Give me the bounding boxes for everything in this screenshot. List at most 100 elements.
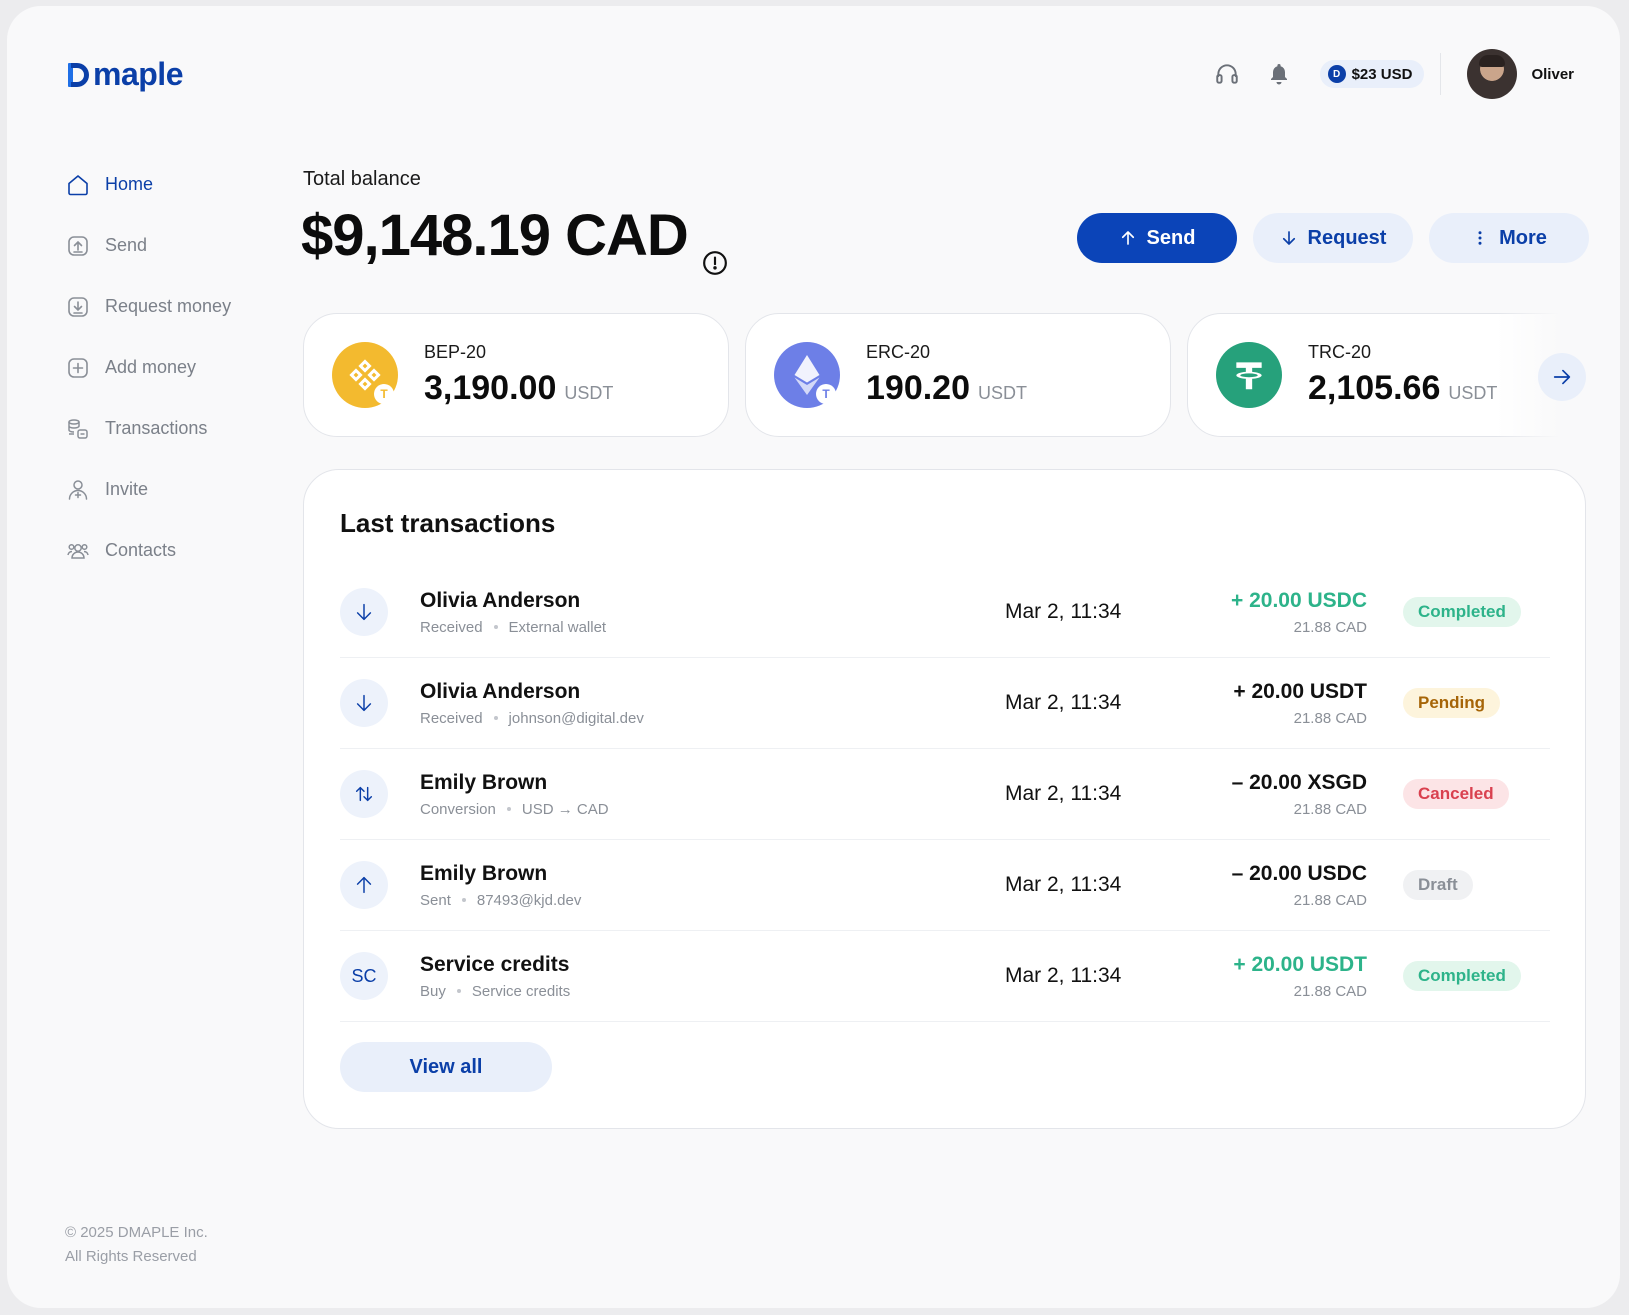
sidebar-item-label: Transactions [105,418,208,438]
tx-type: Sent [420,891,451,909]
request-button[interactable]: Request [1253,213,1413,263]
support-headset-icon[interactable] [1210,57,1244,91]
arrow-down-icon [340,588,388,636]
tx-amount: – 20.00 USDC [1231,861,1367,885]
status-badge: Pending [1403,688,1501,718]
sidebar-item-request-money[interactable]: Request money [65,276,265,337]
tx-cad-amount: 21.88 CAD [1293,618,1367,636]
tx-amount: – 20.00 XSGD [1231,770,1367,794]
arrow-up-icon [340,861,388,909]
sidebar-item-contacts[interactable]: Contacts [65,520,265,581]
tx-amount: + 20.00 USDT [1233,952,1367,976]
tx-type: Buy [420,982,446,1000]
tx-cad-amount: 21.88 CAD [1293,800,1367,818]
wallet-amount: 2,105.66 [1308,369,1441,407]
wallet-network: TRC-20 [1308,342,1372,362]
tx-type: Received [420,709,483,727]
request-button-label: Request [1307,226,1387,249]
tx-amount: + 20.00 USDT [1233,679,1367,703]
wallet-balance-chip[interactable]: D $23 USD [1319,60,1425,88]
wallet-network: ERC-20 [866,342,931,362]
logo-mark-icon [67,61,91,89]
carousel-next-button[interactable] [1538,353,1586,401]
wallet-amount: 190.20 [866,369,970,407]
top-bar-actions: D $23 USD Oliver [1210,46,1574,102]
notification-bell-icon[interactable] [1262,57,1296,91]
table-row[interactable]: Olivia Anderson Received External wallet … [340,567,1550,658]
tx-cad-amount: 21.88 CAD [1293,709,1367,727]
tx-date: Mar 2, 11:34 [1005,600,1122,623]
section-title: Last transactions [340,508,556,538]
brand-logo[interactable]: maple [67,56,183,93]
table-row[interactable]: Emily Brown Sent 87493@kjd.dev Mar 2, 11:… [340,840,1550,931]
sidebar-item-label: Home [105,174,154,194]
view-all-button[interactable]: View all [340,1042,552,1092]
sidebar-item-home[interactable]: Home [65,154,265,215]
ethereum-icon: T [774,342,840,408]
wallet-amount: 3,190.00 [424,369,557,407]
status-badge: Draft [1403,870,1473,900]
status-badge: Canceled [1403,779,1509,809]
tx-date: Mar 2, 11:34 [1005,782,1122,805]
balance-actions: Send Request More [1077,213,1605,263]
sidebar-item-invite[interactable]: Invite [65,459,265,520]
send-button[interactable]: Send [1077,213,1237,263]
tx-detail: johnson@digital.dev [508,709,644,727]
status-badge: Completed [1403,597,1521,627]
table-row[interactable]: SC Service credits Buy Service credits Ma… [340,931,1550,1022]
table-row[interactable]: Olivia Anderson Received johnson@digital.… [340,658,1550,749]
more-button[interactable]: More [1429,213,1589,263]
arrow-right-icon [1553,369,1571,385]
binance-icon: T [332,342,398,408]
wallet-unit: USDT [978,383,1027,403]
arrow-up-icon [1119,229,1137,247]
add-icon [65,355,91,381]
sidebar-item-add-money[interactable]: Add money [65,337,265,398]
status-badge: Completed [1403,961,1521,991]
tx-date: Mar 2, 11:34 [1005,691,1122,714]
arrow-down-icon [340,679,388,727]
tx-type: Conversion [420,800,496,818]
logo-text: maple [93,56,183,92]
sidebar-nav: Home Send Request money Add money Transa… [65,154,265,581]
total-balance-value: $9,148.19 CAD [301,203,689,268]
tx-name: Emily Brown [420,770,548,794]
tx-detail: Service credits [471,982,571,1000]
tether-badge-icon: T [816,384,836,404]
tx-cad-amount: 21.88 CAD [1293,891,1367,909]
sidebar-item-label: Invite [105,479,149,499]
contacts-icon [65,538,91,564]
user-avatar[interactable] [1467,49,1518,99]
tether-badge-icon: T [374,384,394,404]
invite-icon [65,477,91,503]
table-row[interactable]: Emily Brown Conversion USD → CAD Mar 2, 1… [340,749,1550,840]
send-icon [65,233,91,259]
tx-date: Mar 2, 11:34 [1005,873,1122,896]
footer-copyright-line: © 2025 DMAPLE Inc. [65,1224,208,1241]
wallet-card-bep20[interactable]: T BEP-20 3,190.00 USDT [303,313,729,437]
footer-rights-line: All Rights Reserved [65,1248,197,1265]
swap-icon [340,770,388,818]
tx-name: Olivia Anderson [420,588,581,612]
header-divider [1440,53,1442,95]
total-balance-amount: $9,148.19 CAD [301,202,728,275]
wallet-unit: USDT [1448,383,1498,403]
tether-icon [1216,342,1282,408]
send-button-label: Send [1146,226,1196,249]
wallet-balance-value: $23 USD [1351,65,1413,83]
wallet-card-erc20[interactable]: T ERC-20 190.20 USDT [745,313,1171,437]
tx-detail: External wallet [508,618,607,636]
sidebar-item-send[interactable]: Send [65,215,265,276]
tx-detail: 87493@kjd.dev [476,891,582,909]
tx-amount: + 20.00 USDC [1231,588,1367,612]
wallet-network: BEP-20 [424,342,487,362]
transactions-list: Olivia Anderson Received External wallet … [340,567,1550,1022]
tx-type: Received [420,618,483,636]
tx-name: Service credits [420,952,570,976]
user-name[interactable]: Oliver [1531,66,1574,83]
wallet-cards-carousel: T BEP-20 3,190.00 USDT T ERC-20 190.20 U… [303,313,1586,439]
transactions-icon [65,416,91,442]
sidebar-item-transactions[interactable]: Transactions [65,398,265,459]
info-icon[interactable] [702,223,728,275]
arrow-down-icon [1280,229,1298,247]
